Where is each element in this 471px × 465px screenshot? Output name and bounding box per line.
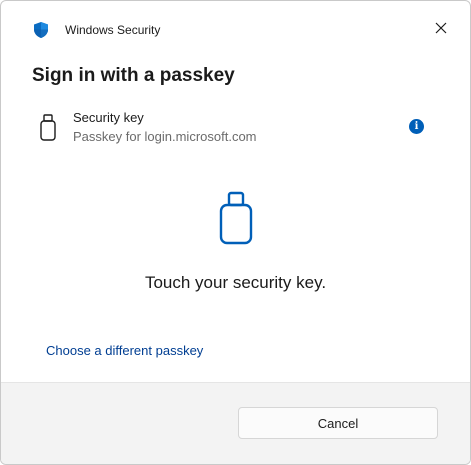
window-title: Windows Security bbox=[65, 23, 161, 37]
touch-prompt: Touch your security key. bbox=[144, 273, 327, 292]
title-bar: Windows Security bbox=[1, 1, 470, 59]
dialog-heading: Sign in with a passkey bbox=[32, 65, 235, 86]
info-button[interactable]: i bbox=[409, 119, 424, 134]
cancel-button[interactable]: Cancel bbox=[238, 407, 438, 439]
close-icon bbox=[435, 21, 447, 39]
choose-different-passkey-link[interactable]: Choose a different passkey bbox=[46, 343, 203, 358]
usb-key-icon bbox=[39, 114, 57, 142]
windows-security-dialog: Windows Security Sign in with a passkey … bbox=[0, 0, 471, 465]
dialog-footer: Cancel bbox=[1, 382, 470, 464]
passkey-subtitle: Passkey for login.microsoft.com bbox=[73, 129, 257, 144]
passkey-row: Security key Passkey for login.microsoft… bbox=[1, 105, 470, 151]
shield-icon bbox=[32, 21, 50, 39]
info-icon: i bbox=[414, 120, 419, 132]
close-button[interactable] bbox=[430, 19, 452, 41]
usb-key-icon bbox=[217, 191, 255, 245]
passkey-title: Security key bbox=[73, 110, 144, 125]
